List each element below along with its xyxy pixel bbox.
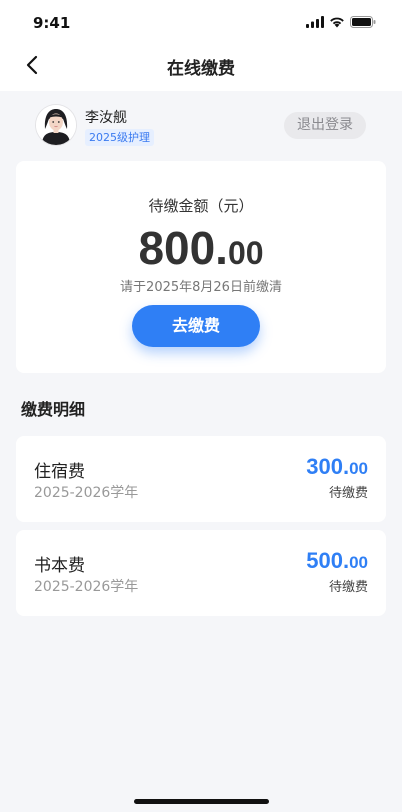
fee-amount: 500.00	[306, 548, 368, 574]
status-bar: 9:41	[0, 0, 402, 46]
fee-status: 待缴费	[328, 580, 368, 595]
user-name: 李汝舰	[85, 110, 127, 126]
home-indicator	[134, 799, 269, 804]
fee-amount-decimal: 00	[349, 553, 368, 572]
logout-button[interactable]: 退出登录	[284, 112, 366, 139]
details-section-title: 缴费明细	[21, 400, 86, 419]
fee-term: 2025-2026学年	[34, 579, 139, 595]
battery-icon	[350, 16, 376, 28]
amount-due-integer: 800.	[138, 222, 228, 274]
wifi-icon	[330, 17, 344, 28]
pay-button[interactable]: 去缴费	[132, 305, 260, 347]
avatar-image	[36, 105, 76, 145]
payment-deadline: 请于2025年8月26日前缴清	[120, 280, 282, 295]
fee-amount: 300.00	[306, 454, 368, 480]
fee-name: 书本费	[34, 556, 85, 576]
fee-name: 住宿费	[34, 462, 85, 482]
status-time: 9:41	[33, 14, 71, 32]
fee-amount-integer: 300.	[306, 454, 350, 479]
class-badge: 2025级护理	[85, 129, 154, 146]
user-profile: 李汝舰 2025级护理 退出登录	[0, 91, 402, 159]
signal-icon	[306, 16, 324, 28]
fee-item-accommodation[interactable]: 住宿费 2025-2026学年 300.00 待缴费	[16, 436, 386, 522]
fee-amount-decimal: 00	[349, 459, 368, 478]
fee-term: 2025-2026学年	[34, 485, 139, 501]
payment-summary-card: 待缴金额（元） 800.00 请于2025年8月26日前缴清 去缴费	[16, 161, 386, 373]
nav-bar: 在线缴费	[0, 46, 402, 91]
amount-due-label: 待缴金额（元）	[148, 197, 254, 215]
amount-due-decimal: 00	[227, 235, 264, 271]
status-icons	[306, 16, 376, 28]
fee-item-books[interactable]: 书本费 2025-2026学年 500.00 待缴费	[16, 530, 386, 616]
page-title: 在线缴费	[167, 59, 235, 79]
avatar	[36, 105, 76, 145]
fee-status: 待缴费	[328, 486, 368, 501]
fee-amount-integer: 500.	[306, 548, 350, 573]
